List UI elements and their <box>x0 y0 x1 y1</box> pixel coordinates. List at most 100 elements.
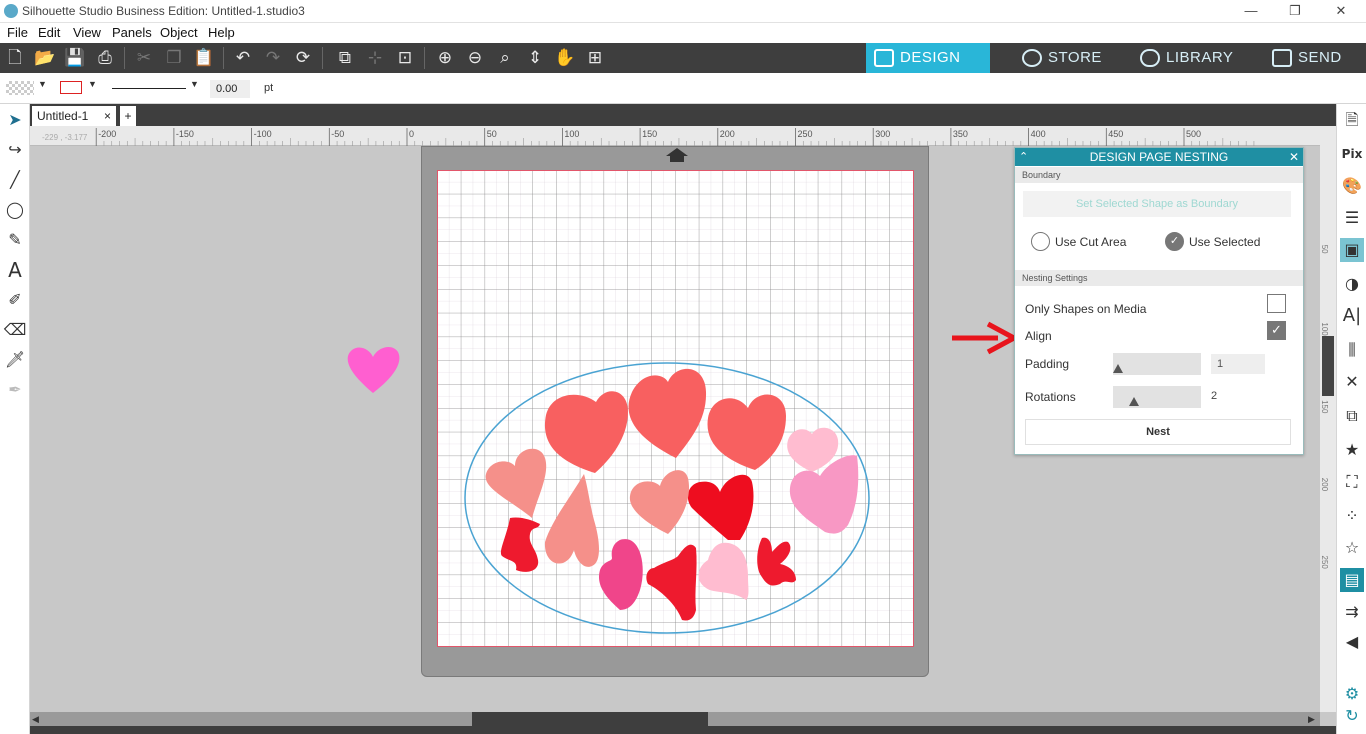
undo-icon[interactable]: ↶ <box>230 47 256 69</box>
tab-store[interactable]: STORE <box>1014 43 1124 73</box>
image-effects-icon[interactable]: ▣ <box>1340 238 1364 262</box>
menu-edit[interactable]: Edit <box>38 25 60 40</box>
replicate-icon[interactable]: ✕ <box>1340 370 1364 394</box>
trace-icon[interactable]: ⛶ <box>1340 470 1364 494</box>
tab-close-icon[interactable]: × <box>104 106 111 126</box>
ruler-tick-label: -50 <box>331 129 344 139</box>
scroll-left-icon[interactable]: ◀ <box>32 714 39 725</box>
ungroup-icon[interactable]: ⊹ <box>362 47 388 69</box>
ellipse-tool-icon[interactable]: ◯ <box>3 198 27 222</box>
close-window-button[interactable]: ✕ <box>1326 2 1356 20</box>
ruler-tick-label: 200 <box>720 129 735 139</box>
panel-title: DESIGN PAGE NESTING <box>1089 150 1229 164</box>
stipple-icon[interactable]: ⇉ <box>1340 600 1364 624</box>
horizontal-scroll-thumb[interactable] <box>472 712 708 726</box>
modify-icon[interactable]: ⧉ <box>1340 404 1364 428</box>
page-grid <box>437 170 914 647</box>
select-all-icon[interactable]: ⊡ <box>392 47 418 69</box>
page-setup-icon[interactable]: 🗎 <box>1340 108 1364 132</box>
ruler-tick-label: 0 <box>409 129 414 139</box>
knife-tool-icon[interactable]: 🗡 <box>3 348 27 372</box>
use-cut-area-radio[interactable] <box>1031 232 1050 251</box>
nesting-icon[interactable]: ▤ <box>1340 568 1364 592</box>
line-color-swatch[interactable] <box>60 81 82 94</box>
line-width-input[interactable]: 0.00 <box>210 80 250 98</box>
panel-close-icon[interactable]: ✕ <box>1289 148 1299 166</box>
text-tool-icon[interactable]: A <box>3 258 27 282</box>
horizontal-scrollbar[interactable]: ◀ ▶ <box>30 712 1320 726</box>
collapse-chevron-icon[interactable]: ⌃ <box>1019 148 1028 166</box>
draw-pencil-icon[interactable]: ✎ <box>3 228 27 252</box>
line-style-icon[interactable]: ☰ <box>1340 206 1364 230</box>
zoom-in-icon[interactable]: ⊕ <box>432 47 458 69</box>
zoom-select-icon[interactable]: ⌕ <box>492 47 518 69</box>
menu-bar: File Edit View Panels Object Help <box>0 23 1366 43</box>
padding-slider[interactable] <box>1113 353 1201 375</box>
fit-page-icon[interactable]: ⇕ <box>522 47 548 69</box>
cut-icon[interactable]: ✂ <box>131 47 157 69</box>
menu-object[interactable]: Object <box>160 25 198 40</box>
set-boundary-button[interactable]: Set Selected Shape as Boundary <box>1023 191 1291 217</box>
scroll-right-icon[interactable]: ▶ <box>1308 714 1315 725</box>
paste-icon[interactable]: 📋 <box>191 47 217 69</box>
align-checkbox[interactable]: ✓ <box>1267 321 1286 340</box>
only-shapes-checkbox[interactable] <box>1267 294 1286 313</box>
fill-palette-icon[interactable]: 🎨 <box>1340 174 1364 198</box>
ruler-tick-label: 100 <box>564 129 579 139</box>
rotations-slider-thumb[interactable] <box>1128 397 1139 406</box>
pixscan-icon[interactable]: Pix <box>1340 142 1364 166</box>
redo-icon[interactable]: ↷ <box>260 47 286 69</box>
vertical-scroll-thumb[interactable] <box>1322 336 1334 396</box>
menu-file[interactable]: File <box>7 25 28 40</box>
panel-header: ⌃ DESIGN PAGE NESTING ✕ <box>1015 148 1303 166</box>
transform-icon[interactable]: ⫼ <box>1340 338 1364 362</box>
scroll-arrow-icon[interactable]: ◀ <box>1340 630 1364 654</box>
save-icon[interactable]: 💾 <box>62 47 88 69</box>
settings-gear-icon[interactable]: ⚙ <box>1340 682 1364 706</box>
fill-swatch[interactable] <box>6 81 34 95</box>
tab-untitled-1[interactable]: Untitled-1 × <box>32 106 116 126</box>
rotations-value[interactable]: 2 <box>1211 390 1217 402</box>
padding-slider-thumb[interactable] <box>1113 364 1123 373</box>
line-style-preview[interactable] <box>112 88 186 89</box>
refresh-icon[interactable]: ↻ <box>1340 704 1364 728</box>
star-outline-icon[interactable]: ☆ <box>1340 536 1364 560</box>
text-style-icon[interactable]: A| <box>1340 304 1364 328</box>
fill-dropdown-icon[interactable]: ▼ <box>38 79 47 89</box>
tab-send[interactable]: SEND <box>1264 43 1364 73</box>
line-style-dropdown-icon[interactable]: ▼ <box>190 79 199 89</box>
print-icon[interactable]: ⎙ <box>92 47 118 69</box>
group-icon[interactable]: ⧉ <box>332 47 358 69</box>
tab-design[interactable]: DESIGN <box>866 43 990 73</box>
eyedropper-icon[interactable]: ✒ <box>3 378 27 402</box>
menu-help[interactable]: Help <box>208 25 235 40</box>
line-color-dropdown-icon[interactable]: ▼ <box>88 79 97 89</box>
ruler-tick-label: 450 <box>1108 129 1123 139</box>
redraw-icon[interactable]: ⟳ <box>290 47 316 69</box>
select-arrow-icon[interactable]: ➤ <box>3 108 27 132</box>
use-selected-radio[interactable]: ✓ <box>1165 232 1184 251</box>
add-tab-button[interactable]: + <box>120 106 136 126</box>
add-page-icon[interactable]: ⊞ <box>582 47 608 69</box>
padding-input[interactable]: 1 <box>1211 354 1265 374</box>
copy-icon[interactable]: ❐ <box>161 47 187 69</box>
menu-view[interactable]: View <box>73 25 101 40</box>
contrast-icon[interactable]: ◑ <box>1340 272 1364 296</box>
offset-star-icon[interactable]: ★ <box>1340 438 1364 462</box>
sketch-tool-icon[interactable]: ✐ <box>3 288 27 312</box>
app-logo-icon <box>4 4 18 18</box>
sketch-dots-icon[interactable]: ⁘ <box>1340 504 1364 528</box>
line-tool-icon[interactable]: ╱ <box>3 168 27 192</box>
menu-panels[interactable]: Panels <box>112 25 152 40</box>
eraser-icon[interactable]: ⌫ <box>3 318 27 342</box>
maximize-button[interactable]: ❐ <box>1280 2 1310 20</box>
tab-library[interactable]: LIBRARY <box>1132 43 1252 73</box>
nest-button[interactable]: Nest <box>1025 419 1291 445</box>
new-file-icon[interactable]: 🗋 <box>2 47 28 69</box>
minimize-button[interactable]: — <box>1236 2 1266 20</box>
point-edit-icon[interactable]: ↪ <box>3 138 27 162</box>
open-folder-icon[interactable]: 📂 <box>32 47 58 69</box>
zoom-out-icon[interactable]: ⊖ <box>462 47 488 69</box>
rotations-slider[interactable] <box>1113 386 1201 408</box>
pan-hand-icon[interactable]: ✋ <box>552 47 578 69</box>
